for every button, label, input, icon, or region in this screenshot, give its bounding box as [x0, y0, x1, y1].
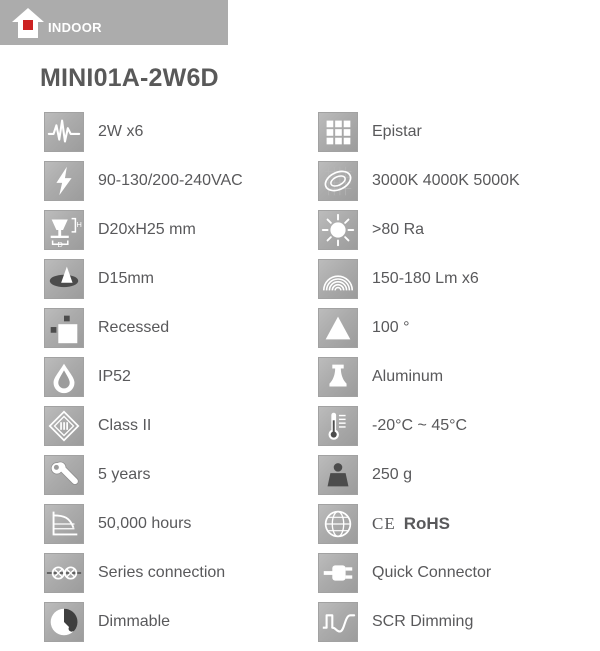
luminous-flux-icon [318, 259, 358, 299]
spec-label: 3000K 4000K 5000K [372, 172, 520, 189]
house-icon [12, 7, 44, 38]
spec-list-left: 2W x6 90-130/200-240VAC H D D20xH25 mm D… [44, 112, 243, 651]
spec-row: Recessed [44, 308, 243, 357]
spec-row: IP52 [44, 357, 243, 406]
spec-row: 2W x6 [44, 112, 243, 161]
spec-label: 2W x6 [98, 123, 144, 140]
spec-row: D15mm [44, 259, 243, 308]
led-chip-grid-icon [318, 112, 358, 152]
spec-row: Series connection [44, 553, 243, 602]
certification-marks: CE RoHS [372, 504, 450, 545]
spec-label: Aluminum [372, 368, 444, 385]
spec-label: Epistar [372, 123, 422, 140]
spec-label: -20°C ~ 45°C [372, 417, 468, 434]
spec-label: Quick Connector [372, 564, 492, 581]
spec-row: 100 ° [318, 308, 520, 357]
spec-list-right: Epistar 3000K 4000K 5000K >80 Ra 150-180… [318, 112, 520, 651]
spec-row: Quick Connector [318, 553, 520, 602]
spec-label: Series connection [98, 564, 226, 581]
spec-row: Aluminum [318, 357, 520, 406]
scr-waveform-icon [318, 602, 358, 642]
spec-row: 250 g [318, 455, 520, 504]
series-connection-icon [44, 553, 84, 593]
spec-row: 90-130/200-240VAC [44, 161, 243, 210]
color-temperature-icon [318, 161, 358, 201]
spec-label: 5 years [98, 466, 151, 483]
rohs-mark: RoHS [403, 514, 451, 533]
recessed-mount-icon [44, 308, 84, 348]
water-drop-ip-rating-icon [44, 357, 84, 397]
spec-label: 100 ° [372, 319, 410, 336]
spec-row: CE RoHS [318, 504, 520, 553]
waveform-power-icon [44, 112, 84, 152]
spec-label: 250 g [372, 466, 413, 483]
spec-row: 50,000 hours [44, 504, 243, 553]
spec-label: Dimmable [98, 613, 171, 630]
spec-row: SCR Dimming [318, 602, 520, 651]
spec-label: 50,000 hours [98, 515, 192, 532]
spec-label: D20xH25 mm [98, 221, 196, 238]
spec-label: Class II [98, 417, 152, 434]
spec-row: >80 Ra [318, 210, 520, 259]
indoor-banner: INDOOR [0, 0, 228, 45]
lifetime-graph-icon [44, 504, 84, 544]
spec-row: 150-180 Lm x6 [318, 259, 520, 308]
svg-text:H: H [76, 220, 81, 229]
spec-row: 5 years [44, 455, 243, 504]
wrench-warranty-icon [44, 455, 84, 495]
thermometer-icon [318, 406, 358, 446]
spec-label: SCR Dimming [372, 613, 474, 630]
spec-row: Dimmable [44, 602, 243, 651]
spec-row: -20°C ~ 45°C [318, 406, 520, 455]
sun-cri-icon [318, 210, 358, 250]
spec-label: D15mm [98, 270, 155, 287]
class-two-insulation-icon [44, 406, 84, 446]
lightning-bolt-icon [44, 161, 84, 201]
fixture-dimensions-icon: H D [44, 210, 84, 250]
spec-row: Class II [44, 406, 243, 455]
spec-row: Epistar [318, 112, 520, 161]
spec-label: 90-130/200-240VAC [98, 172, 243, 189]
housing-material-icon [318, 357, 358, 397]
spec-label: 150-180 Lm x6 [372, 270, 479, 287]
spec-label: IP52 [98, 368, 131, 385]
spec-row: H D D20xH25 mm [44, 210, 243, 259]
ce-mark: CE [372, 514, 396, 533]
spec-row: 3000K 4000K 5000K [318, 161, 520, 210]
svg-text:D: D [57, 240, 63, 249]
beam-angle-icon [318, 308, 358, 348]
weight-icon [318, 455, 358, 495]
plug-connector-icon [318, 553, 358, 593]
spec-label: Recessed [98, 319, 170, 336]
spec-label: >80 Ra [372, 221, 425, 238]
globe-certification-icon [318, 504, 358, 544]
dimmer-knob-icon [44, 602, 84, 642]
banner-label: INDOOR [48, 20, 102, 35]
page-title: MINI01A-2W6D [40, 64, 219, 92]
cutout-diameter-icon [44, 259, 84, 299]
